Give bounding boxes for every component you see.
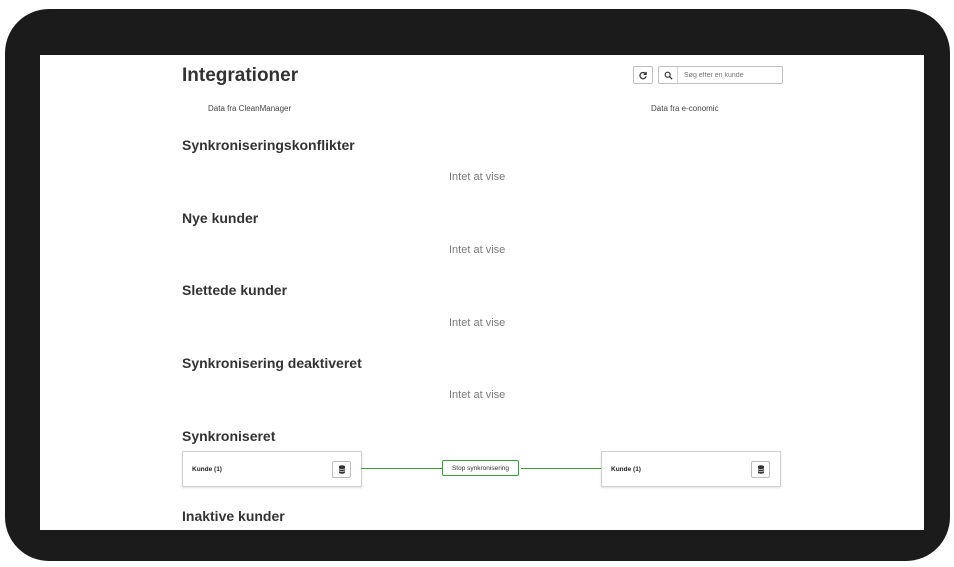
section-title-deleted-customers: Slettede kunder [182,282,288,298]
search-icon [664,71,673,80]
app-screen: Integrationer Søg efter en kunde Data fr… [40,55,924,530]
page-title: Integrationer [182,65,299,86]
card-label: Kunde (1) [192,466,222,473]
customer-data-button[interactable] [751,461,770,478]
device-frame: Integrationer Søg efter en kunde Data fr… [5,9,950,561]
toolbar [633,66,783,84]
section-title-new-customers: Nye kunder [182,210,259,226]
search-button[interactable] [659,67,678,83]
refresh-button[interactable] [633,66,653,84]
empty-text-sync-disabled: Intet at vise [449,389,506,401]
empty-text-conflicts: Intet at vise [449,171,506,183]
card-label: Kunde (1) [611,466,641,473]
database-icon [757,465,764,474]
integrations-page: Integrationer Søg efter en kunde Data fr… [40,55,924,530]
empty-text-deleted-customers: Intet at vise [449,317,506,329]
synced-card-cleanmanager: Kunde (1) [182,451,362,487]
empty-text-new-customers: Intet at vise [449,244,506,256]
synced-card-economic: Kunde (1) [601,451,781,487]
customer-data-button[interactable] [332,461,351,478]
column-header-cleanmanager: Data fra CleanManager [208,104,292,113]
column-header-economic: Data fra e-conomic [651,104,719,113]
sync-connector-right [521,468,601,469]
stop-sync-button[interactable]: Stop synkronisering [442,460,519,476]
section-title-inactive-customers: Inaktive kunder [182,508,285,524]
section-title-conflicts: Synkroniseringskonflikter [182,137,355,153]
search-input[interactable] [678,68,782,82]
section-title-synced: Synkroniseret [182,428,276,444]
sync-connector-left [361,468,442,469]
refresh-icon [639,71,647,80]
search-box [658,66,783,84]
database-icon [338,465,345,474]
section-title-sync-disabled: Synkronisering deaktiveret [182,355,362,371]
